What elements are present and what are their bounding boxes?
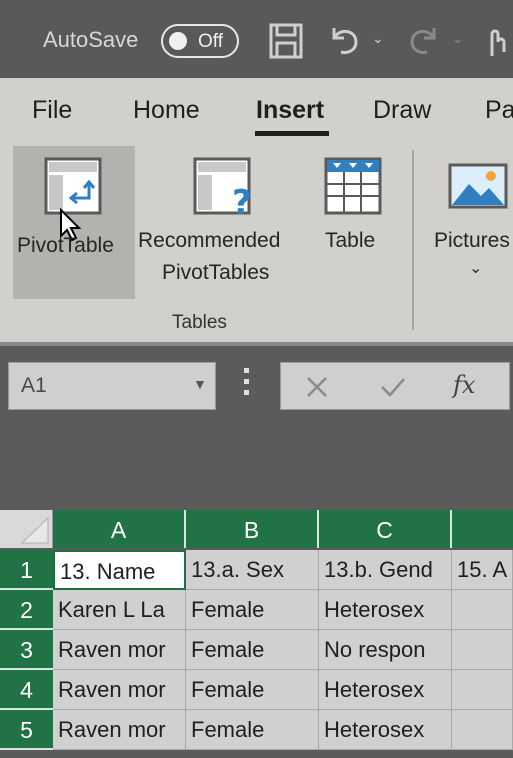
- cell-b4[interactable]: Female: [186, 670, 319, 710]
- pictures-icon[interactable]: [447, 162, 509, 210]
- tab-file[interactable]: File: [32, 96, 72, 125]
- ribbon-tabs: File Home Insert Draw Pa: [0, 78, 513, 140]
- cell-c2[interactable]: Heterosex: [319, 590, 452, 630]
- cell-d5[interactable]: [452, 710, 513, 750]
- cell-b5[interactable]: Female: [186, 710, 319, 750]
- name-box[interactable]: A1 ▼: [8, 362, 216, 410]
- tab-page-layout[interactable]: Pa: [485, 96, 513, 125]
- table-icon[interactable]: [323, 156, 385, 218]
- active-tab-indicator: [255, 131, 329, 136]
- column-header-c[interactable]: C: [319, 510, 452, 548]
- cell-b1[interactable]: 13.a. Sex: [186, 550, 319, 590]
- select-all-triangle-icon: [20, 516, 49, 544]
- tables-group-label: Tables: [172, 312, 227, 333]
- cell-d3[interactable]: [452, 630, 513, 670]
- column-header-d[interactable]: [452, 510, 513, 548]
- row-header-1[interactable]: 1: [0, 550, 53, 590]
- column-header-a[interactable]: A: [53, 510, 186, 548]
- undo-icon[interactable]: [326, 22, 362, 58]
- recommended-pivottables-label-2[interactable]: PivotTables: [162, 261, 269, 285]
- cell-d1[interactable]: 15. A: [452, 550, 513, 590]
- toggle-knob: [169, 32, 187, 50]
- cell-a2[interactable]: Karen L La: [53, 590, 186, 630]
- row-header-2[interactable]: 2: [0, 590, 53, 630]
- cell-c1[interactable]: 13.b. Gend: [319, 550, 452, 590]
- autosave-state: Off: [198, 31, 223, 52]
- svg-text:?: ?: [232, 183, 252, 220]
- recommended-pivottables-label-1[interactable]: Recommended: [138, 229, 280, 253]
- save-icon[interactable]: [268, 22, 304, 60]
- cell-a3[interactable]: Raven mor: [53, 630, 186, 670]
- cell-a5[interactable]: Raven mor: [53, 710, 186, 750]
- enter-icon[interactable]: [379, 375, 407, 399]
- tab-draw[interactable]: Draw: [373, 96, 431, 125]
- select-all-corner[interactable]: [0, 510, 53, 548]
- cell-a4[interactable]: Raven mor: [53, 670, 186, 710]
- title-bar: AutoSave Off ⌄ ⌄: [0, 0, 513, 78]
- pivottable-label: PivotTable: [17, 234, 114, 257]
- cancel-icon[interactable]: [305, 375, 329, 399]
- cell-c4[interactable]: Heterosex: [319, 670, 452, 710]
- table-label[interactable]: Table: [325, 229, 375, 253]
- row-header-5[interactable]: 5: [0, 710, 53, 750]
- cell-b3[interactable]: Female: [186, 630, 319, 670]
- cell-b2[interactable]: Female: [186, 590, 319, 630]
- group-separator: [412, 150, 414, 330]
- name-box-dropdown-icon[interactable]: ▼: [193, 376, 207, 392]
- pivottable-button[interactable]: PivotTable: [13, 146, 135, 299]
- cell-d2[interactable]: [452, 590, 513, 630]
- touch-mode-icon[interactable]: [482, 22, 512, 60]
- cell-d4[interactable]: [452, 670, 513, 710]
- ribbon-panel: PivotTable ? Recommended PivotTables Tab…: [0, 140, 513, 342]
- formula-controls: fx: [280, 362, 510, 410]
- cell-a1[interactable]: 13. Name: [53, 550, 186, 590]
- column-header-b[interactable]: B: [186, 510, 319, 548]
- row-header-3[interactable]: 3: [0, 630, 53, 670]
- row-header-4[interactable]: 4: [0, 670, 53, 710]
- insert-function-icon[interactable]: fx: [453, 371, 475, 399]
- name-box-value: A1: [21, 374, 47, 397]
- autosave-label: AutoSave: [43, 27, 139, 52]
- recommended-pivottables-icon[interactable]: ?: [192, 156, 260, 220]
- autosave-toggle[interactable]: Off: [161, 24, 239, 58]
- pictures-label[interactable]: Pictures: [434, 229, 510, 253]
- redo-icon[interactable]: [406, 22, 442, 58]
- tab-insert[interactable]: Insert: [256, 96, 324, 125]
- more-options-icon[interactable]: [244, 368, 250, 402]
- cell-c3[interactable]: No respon: [319, 630, 452, 670]
- pictures-dropdown-icon[interactable]: ⌄: [469, 258, 482, 278]
- tab-home[interactable]: Home: [133, 96, 200, 125]
- redo-dropdown-icon[interactable]: ⌄: [452, 30, 464, 47]
- cell-c5[interactable]: Heterosex: [319, 710, 452, 750]
- undo-dropdown-icon[interactable]: ⌄: [372, 30, 384, 47]
- formula-bar-area: A1 ▼ fx: [0, 346, 513, 510]
